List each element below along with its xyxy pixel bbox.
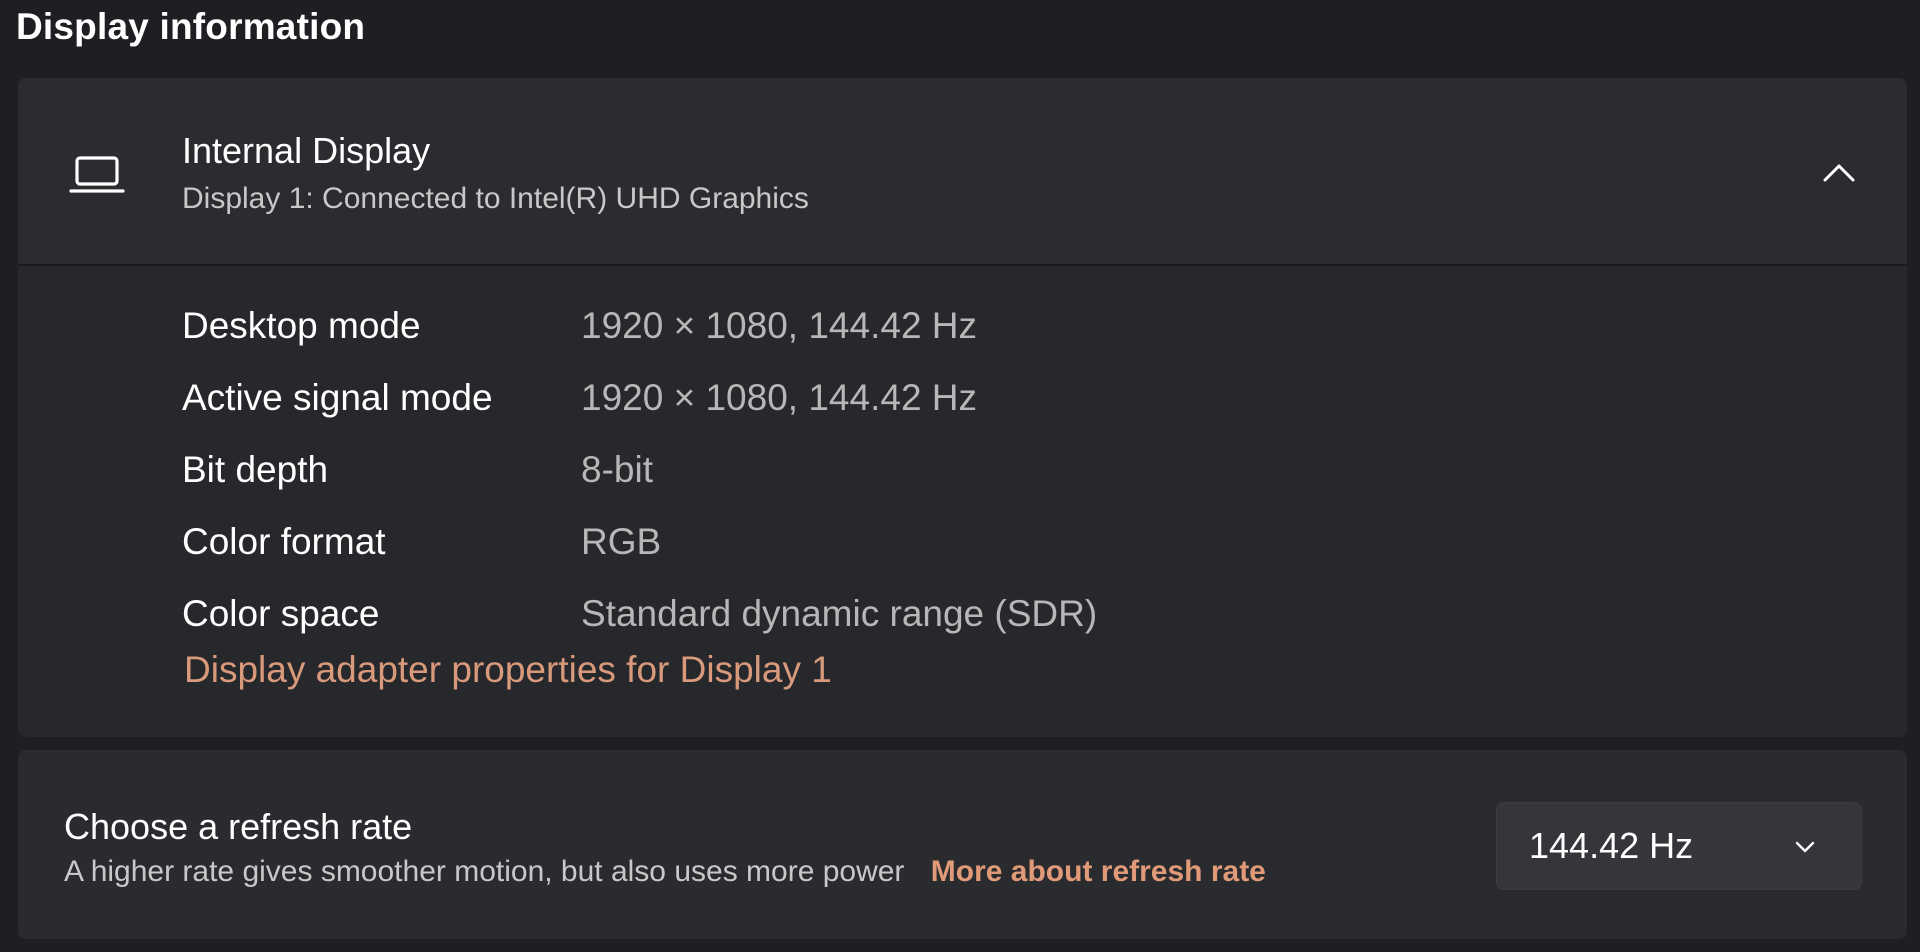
- info-label: Color format: [182, 521, 386, 562]
- internal-display-expander: Internal Display Display 1: Connected to…: [18, 78, 1907, 737]
- refresh-rate-description-text: A higher rate gives smoother motion, but…: [64, 855, 905, 888]
- expander-header[interactable]: Internal Display Display 1: Connected to…: [18, 78, 1907, 266]
- info-value: 1920 × 1080, 144.42 Hz: [581, 377, 978, 418]
- info-value: RGB: [581, 521, 662, 562]
- info-row-desktop-mode: Desktop mode 1920 × 1080, 144.42 Hz: [182, 305, 1682, 355]
- refresh-rate-selected-value: 144.42 Hz: [1529, 825, 1694, 866]
- info-label: Desktop mode: [182, 305, 421, 346]
- info-value: 8-bit: [581, 449, 653, 490]
- info-row-bit-depth: Bit depth 8-bit: [182, 449, 1682, 499]
- display-settings-page: Display information Internal Display Dis…: [0, 0, 1920, 952]
- refresh-rate-title: Choose a refresh rate: [64, 806, 413, 847]
- display-name: Internal Display: [182, 130, 431, 171]
- refresh-rate-description: A higher rate gives smoother motion, but…: [64, 855, 1266, 889]
- info-label: Color space: [182, 593, 380, 634]
- display-subtitle: Display 1: Connected to Intel(R) UHD Gra…: [182, 182, 809, 215]
- refresh-rate-dropdown[interactable]: 144.42 Hz: [1496, 802, 1862, 890]
- expander-body: Desktop mode 1920 × 1080, 144.42 Hz Acti…: [18, 266, 1907, 737]
- info-row-active-signal-mode: Active signal mode 1920 × 1080, 144.42 H…: [182, 377, 1682, 427]
- info-value: Standard dynamic range (SDR): [581, 593, 1098, 634]
- more-about-refresh-rate-link[interactable]: More about refresh rate: [931, 855, 1266, 888]
- info-label: Bit depth: [182, 449, 329, 490]
- section-title: Display information: [16, 6, 366, 47]
- info-row-color-space: Color space Standard dynamic range (SDR): [182, 593, 1682, 643]
- chevron-up-icon[interactable]: [1817, 150, 1861, 194]
- info-label: Active signal mode: [182, 377, 493, 418]
- refresh-rate-card: Choose a refresh rate A higher rate give…: [18, 750, 1907, 939]
- chevron-down-icon: [1795, 841, 1815, 853]
- laptop-icon: [69, 156, 125, 193]
- display-adapter-properties-link[interactable]: Display adapter properties for Display 1: [184, 649, 832, 691]
- info-value: 1920 × 1080, 144.42 Hz: [581, 305, 978, 346]
- info-row-color-format: Color format RGB: [182, 521, 1682, 571]
